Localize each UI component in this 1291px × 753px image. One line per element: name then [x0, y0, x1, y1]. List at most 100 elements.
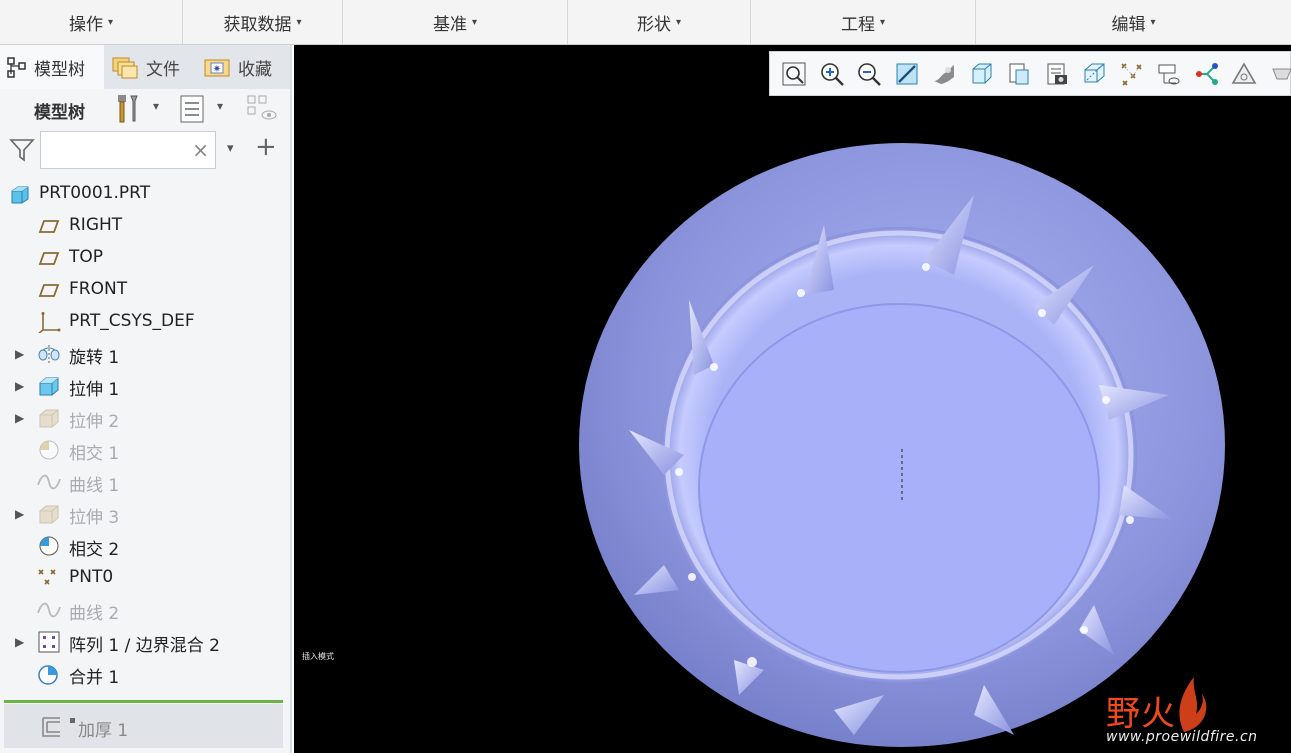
tree-item-label: RIGHT [69, 215, 123, 235]
menu-label: 工程 [840, 14, 875, 35]
tree-item-intersect-1[interactable]: 相交 1 [0, 435, 288, 465]
watermark-brand: 野火 [1106, 694, 1176, 734]
expand-arrow-icon[interactable]: ▶ [15, 507, 24, 521]
tree-item-merge-1[interactable]: 合并 1 [0, 659, 288, 689]
tree-item-label: 曲线 2 [69, 604, 120, 624]
tree-item-extrude-3[interactable]: ▶ 拉伸 3 [0, 499, 288, 529]
hidden-items-icon[interactable] [245, 93, 279, 125]
watermark-url: www.proewildfire.cn [1106, 729, 1258, 745]
tree-item-label: 拉伸 1 [69, 380, 120, 400]
tree-item-label: FRONT [69, 279, 128, 299]
tools-icon [118, 95, 138, 123]
tree-item-label: PRT_CSYS_DEF [69, 311, 195, 331]
repaint-button[interactable] [893, 60, 921, 88]
tree-item-top-plane[interactable]: TOP [0, 243, 288, 273]
perspective-icon [1047, 63, 1067, 84]
tree-item-pnt0[interactable]: PNT0 [0, 563, 288, 593]
expand-arrow-icon[interactable]: ▶ [15, 347, 24, 361]
navigator-panel: 模型树 文件 ✷ 收藏 模型树 ▾ ▾ × ▾ + PRT0001.PRT RI… [0, 45, 292, 753]
refit-icon [782, 62, 806, 85]
intersect-icon [39, 440, 59, 460]
tree-item-label: 拉伸 2 [69, 412, 120, 432]
merge-icon [38, 665, 58, 685]
tree-item-pattern-1[interactable]: ▶ 阵列 1 / 边界混合 2 [0, 627, 288, 657]
model-tree-toolbar: 模型树 ▾ ▾ [0, 91, 290, 127]
tree-item-label: 加厚 1 [78, 721, 129, 741]
chevron-down-icon: ▾ [107, 16, 114, 28]
zoom-out-icon [858, 62, 881, 86]
section-button[interactable] [1080, 60, 1108, 88]
search-filter-row: × ▾ + [0, 129, 290, 173]
revolve-icon [38, 345, 60, 365]
saved-orientations-icon [972, 63, 991, 83]
tree-item-label: 旋转 1 [69, 348, 120, 368]
tree-item-front-plane[interactable]: FRONT [0, 275, 288, 305]
refit-button[interactable] [780, 60, 808, 88]
tab-files[interactable]: 文件 [104, 45, 196, 89]
tab-favorites[interactable]: ✷ 收藏 [196, 45, 290, 89]
navigator-tabs: 模型树 文件 ✷ 收藏 [0, 45, 290, 89]
extrude-icon [39, 409, 59, 428]
tab-label: 文件 [146, 59, 180, 80]
zoom-in-button[interactable] [818, 60, 846, 88]
view-manager-button[interactable] [1005, 60, 1033, 88]
zoom-in-icon [820, 62, 844, 86]
clear-icon[interactable]: × [192, 138, 209, 162]
menu-get-data[interactable]: 获取数据 ▾ [183, 0, 343, 44]
menu-engineering[interactable]: 工程 ▾ [751, 0, 976, 44]
more-icon [1271, 68, 1291, 79]
graphics-window[interactable]: 插入模式 [294, 45, 1291, 753]
tree-item-root-part[interactable]: PRT0001.PRT [0, 179, 288, 209]
filter-icon[interactable] [9, 137, 35, 163]
appearance-button[interactable] [1230, 60, 1258, 88]
tree-item-revolve-1[interactable]: ▶ 旋转 1 [0, 339, 288, 369]
folder-icon [112, 57, 138, 79]
chevron-down-icon: ▾ [675, 16, 682, 28]
appearance-icon [1231, 61, 1257, 84]
curve-icon [37, 602, 61, 618]
tree-item-extrude-2[interactable]: ▶ 拉伸 2 [0, 403, 288, 433]
datum-plane-icon [38, 220, 60, 233]
perspective-button[interactable] [1043, 60, 1071, 88]
datum-display-button[interactable] [1155, 60, 1183, 88]
spin-center-button[interactable] [1193, 60, 1221, 88]
expand-arrow-icon[interactable]: ▶ [15, 379, 24, 393]
zoom-out-button[interactable] [855, 60, 883, 88]
insert-here-indicator[interactable] [4, 700, 283, 703]
csys-icon [38, 312, 61, 333]
menu-label: 编辑 [1111, 14, 1146, 35]
tree-item-curve-2[interactable]: 曲线 2 [0, 595, 288, 625]
tab-label: 收藏 [238, 59, 272, 80]
tree-item-label: PNT0 [69, 567, 114, 587]
tree-item-intersect-2[interactable]: 相交 2 [0, 531, 288, 561]
menu-datum[interactable]: 基准 ▾ [343, 0, 568, 44]
menu-label: 形状 [636, 14, 671, 35]
tree-item-label: 阵列 1 / 边界混合 2 [69, 636, 220, 656]
expand-arrow-icon[interactable]: ▶ [15, 635, 24, 649]
insert-marker-icon [70, 718, 75, 723]
tree-item-label: 拉伸 3 [69, 508, 120, 528]
menu-shapes[interactable]: 形状 ▾ [568, 0, 751, 44]
annotation-display-button[interactable] [1118, 60, 1146, 88]
menu-edit[interactable]: 编辑 ▾ [976, 0, 1291, 44]
show-dropdown[interactable]: ▾ [178, 93, 232, 125]
tree-item-csys[interactable]: PRT_CSYS_DEF [0, 307, 288, 337]
model-3d-view[interactable] [294, 45, 1291, 753]
favorites-folder-icon: ✷ [204, 59, 230, 77]
saved-orientations-button[interactable] [968, 60, 996, 88]
tree-item-label: 相交 1 [69, 444, 120, 464]
add-icon[interactable]: + [255, 132, 277, 162]
more-tools-button[interactable] [1268, 60, 1291, 88]
menu-operations[interactable]: 操作 ▾ [0, 0, 183, 44]
display-style-button[interactable] [930, 60, 958, 88]
tree-item-extrude-1[interactable]: ▶ 拉伸 1 [0, 371, 288, 401]
tree-item-right-plane[interactable]: RIGHT [0, 211, 288, 241]
tab-model-tree[interactable]: 模型树 [0, 45, 104, 89]
settings-dropdown[interactable]: ▾ [114, 93, 164, 125]
search-input[interactable] [45, 132, 189, 168]
chevron-down-icon[interactable]: ▾ [227, 141, 234, 156]
graphics-toolbar [769, 51, 1291, 96]
tree-item-thicken-1[interactable]: 加厚 1 [4, 704, 283, 748]
tree-item-curve-1[interactable]: 曲线 1 [0, 467, 288, 497]
expand-arrow-icon[interactable]: ▶ [15, 411, 24, 425]
